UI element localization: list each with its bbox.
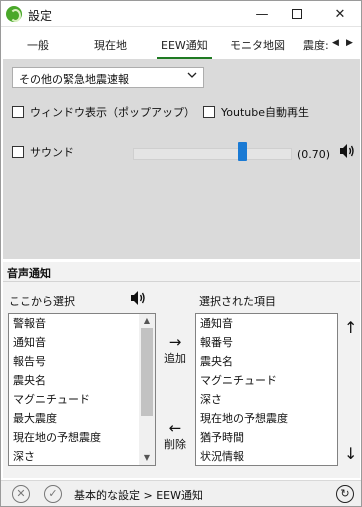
settings-window: 設定 — ✕ 一般 現在地 EEW通知 モニタ地図 震度: ◀ ▶ その他の緊急…	[0, 0, 362, 507]
list-item[interactable]: 深さ	[9, 447, 155, 465]
speaker-icon[interactable]	[130, 290, 147, 309]
list-item[interactable]: 現在地の予想震度	[9, 428, 155, 447]
list-item[interactable]: 震央名	[9, 371, 155, 390]
window-title: 設定	[28, 9, 53, 23]
tab-general[interactable]: 一般	[27, 37, 49, 53]
eew-type-select[interactable]: その他の緊急地震速報	[12, 67, 204, 88]
bottom-bar: ✕ ✓ 基本的な設定 > EEW通知 ↻	[1, 480, 361, 506]
ok-icon[interactable]: ✓	[44, 485, 62, 503]
minimize-button[interactable]: —	[243, 1, 281, 27]
reset-icon[interactable]: ↻	[336, 485, 354, 503]
minimize-icon: —	[255, 6, 269, 22]
volume-slider-track[interactable]	[133, 148, 292, 160]
list-item[interactable]: 状況情報	[196, 447, 337, 465]
list-item[interactable]: マグニチュード	[196, 371, 337, 390]
list-item[interactable]: 現在地の予想震度	[196, 409, 337, 428]
volume-slider-thumb[interactable]	[238, 142, 247, 161]
title-bar: 設定 — ✕	[1, 1, 361, 27]
list-item[interactable]: 通知音	[196, 314, 337, 333]
volume-value: (0.70)	[297, 148, 331, 161]
move-down-icon[interactable]: ↓	[344, 446, 357, 462]
chevron-down-icon	[187, 70, 197, 83]
tab-scroll-right-icon[interactable]: ▶	[346, 38, 353, 48]
add-button[interactable]: → 追加	[163, 334, 187, 366]
maximize-icon	[292, 9, 302, 19]
close-button[interactable]: ✕	[321, 1, 359, 27]
selected-items-list[interactable]: 通知音 報番号 震央名 マグニチュード 深さ 現在地の予想震度 猶予時間 状況情…	[195, 313, 338, 466]
voice-notification-section: 音声通知 ここから選択 選択された項目 警報音 通知音 報告号 震央名 マグニチ…	[3, 262, 360, 478]
eew-settings-panel: その他の緊急地震速報 ウィンドウ表示（ポップアップ） Youtube自動再生 サ…	[3, 59, 360, 259]
list-item[interactable]: 最大震度	[9, 409, 155, 428]
list-item[interactable]: 震央名	[196, 352, 337, 371]
scrollbar-thumb[interactable]	[141, 328, 153, 416]
list-item[interactable]: 警報音	[9, 314, 155, 333]
youtube-autoplay-option[interactable]: Youtube自動再生	[203, 104, 309, 120]
source-items-list[interactable]: 警報音 通知音 報告号 震央名 マグニチュード 最大震度 現在地の予想震度 深さ…	[8, 313, 156, 466]
sound-option[interactable]: サウンド	[12, 144, 74, 160]
breadcrumb: 基本的な設定 > EEW通知	[74, 489, 203, 502]
source-list-scrollbar[interactable]: ▲ ▼	[139, 314, 155, 465]
list-item[interactable]: 報告号	[9, 352, 155, 371]
remove-label: 削除	[164, 438, 186, 451]
sound-checkbox[interactable]	[12, 146, 24, 158]
cancel-icon[interactable]: ✕	[12, 485, 30, 503]
arrow-right-icon: →	[168, 333, 182, 351]
youtube-autoplay-checkbox[interactable]	[203, 106, 215, 118]
speaker-icon[interactable]	[339, 143, 356, 162]
remove-button[interactable]: ← 削除	[163, 420, 187, 452]
maximize-button[interactable]	[278, 1, 316, 27]
window-popup-option[interactable]: ウィンドウ表示（ポップアップ）	[12, 104, 195, 120]
scroll-down-icon[interactable]: ▼	[139, 451, 155, 465]
tab-scroll-left-icon[interactable]: ◀	[332, 38, 339, 48]
window-popup-label: ウィンドウ表示（ポップアップ）	[30, 106, 195, 119]
move-up-icon[interactable]: ↑	[344, 320, 357, 336]
list-item[interactable]: マグニチュード	[9, 390, 155, 409]
tab-intensity[interactable]: 震度:	[303, 37, 329, 53]
close-icon: ✕	[334, 6, 346, 22]
app-icon	[6, 6, 22, 22]
scroll-up-icon[interactable]: ▲	[139, 314, 155, 328]
list-item[interactable]: 報番号	[196, 333, 337, 352]
tab-current-location[interactable]: 現在地	[94, 37, 127, 53]
selected-list-label: 選択された項目	[199, 295, 276, 308]
tab-bar: 一般 現在地 EEW通知 モニタ地図 震度: ◀ ▶	[1, 33, 361, 59]
section-title: 音声通知	[3, 262, 360, 282]
add-label: 追加	[164, 352, 186, 365]
sound-label: サウンド	[30, 146, 74, 159]
youtube-autoplay-label: Youtube自動再生	[221, 106, 309, 119]
source-list-label: ここから選択	[9, 295, 75, 308]
window-popup-checkbox[interactable]	[12, 106, 24, 118]
eew-type-select-value: その他の緊急地震速報	[19, 73, 129, 86]
list-item[interactable]: 猶予時間	[196, 428, 337, 447]
list-item[interactable]: 通知音	[9, 333, 155, 352]
tab-eew-notification[interactable]: EEW通知	[157, 37, 212, 59]
arrow-left-icon: ←	[168, 419, 182, 437]
tab-monitor-map[interactable]: モニタ地図	[230, 37, 285, 53]
list-item[interactable]: 深さ	[196, 390, 337, 409]
